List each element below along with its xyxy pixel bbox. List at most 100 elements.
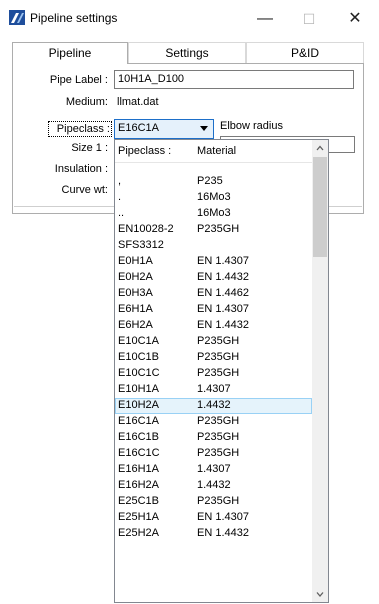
dropdown-rows: , P235. 16Mo3.. 16Mo3 EN10028-2 P235GH SFS3312… (115, 174, 312, 542)
tab-pid[interactable]: P&ID (246, 42, 364, 63)
medium-value: llmat.dat (117, 96, 159, 108)
dropdown-option[interactable]: E10C1C P235GH (115, 366, 312, 382)
option-pipeclass: E10H2A (118, 399, 159, 411)
pipe-label-label: Pipe Label : (49, 74, 108, 86)
option-pipeclass: E10C1A (118, 335, 159, 347)
dropdown-option[interactable]: E25H1A EN 1.4307 (115, 510, 312, 526)
minimize-button[interactable]: — (243, 6, 287, 32)
dropdown-option[interactable]: E16C1B P235GH (115, 430, 312, 446)
pipeline-app-icon (9, 10, 25, 25)
dropdown-option[interactable]: .. 16Mo3 (115, 206, 312, 222)
chevron-up-icon (316, 145, 324, 151)
dropdown-option[interactable]: E0H3A EN 1.4462 (115, 286, 312, 302)
option-material: EN 1.4307 (197, 255, 249, 267)
option-pipeclass: E0H1A (118, 255, 153, 267)
dropdown-option[interactable]: E10C1A P235GH (115, 334, 312, 350)
option-pipeclass: E16H2A (118, 479, 159, 491)
option-material: P235GH (197, 223, 240, 235)
option-pipeclass: E16C1A (118, 415, 159, 427)
header-material: Material (197, 145, 237, 157)
option-material: EN 1.4432 (197, 271, 249, 283)
pipeclass-label: Pipeclass : (48, 121, 112, 137)
dropdown-option[interactable]: , P235 (115, 174, 312, 190)
dropdown-option[interactable]: SFS3312 (115, 238, 312, 254)
option-pipeclass: . (118, 191, 122, 203)
option-pipeclass: .. (118, 207, 125, 219)
elbow-radius-label: Elbow radius (220, 120, 283, 132)
dropdown-option[interactable]: E16H1A 1.4307 (115, 462, 312, 478)
title-bar[interactable]: Pipeline settings — ☐ ✕ (0, 0, 379, 36)
option-material: 1.4432 (197, 399, 231, 411)
option-material: EN 1.4432 (197, 527, 249, 539)
option-material: 16Mo3 (197, 191, 231, 203)
dropdown-option[interactable]: E25C1B P235GH (115, 494, 312, 510)
option-pipeclass: , (118, 175, 122, 187)
dropdown-option[interactable]: E0H1A EN 1.4307 (115, 254, 312, 270)
option-pipeclass: E10C1C (118, 367, 160, 379)
option-pipeclass: EN10028-2 (118, 223, 174, 235)
option-pipeclass: E16C1C (118, 447, 160, 459)
option-pipeclass: E16H1A (118, 463, 159, 475)
option-material: P235GH (197, 431, 240, 443)
option-pipeclass: E25H2A (118, 527, 159, 539)
option-pipeclass: E16C1B (118, 431, 159, 443)
pipe-label-input[interactable]: 10H1A_D100 (114, 70, 354, 89)
option-material: P235GH (197, 447, 240, 459)
tab-settings[interactable]: Settings (128, 42, 246, 63)
close-button[interactable]: ✕ (333, 6, 377, 32)
option-material: 16Mo3 (197, 207, 231, 219)
header-pipeclass: Pipeclass : (118, 145, 172, 157)
tab-bar: Pipeline Settings P&ID (12, 42, 364, 64)
curve-wt-label: Curve wt: (61, 184, 108, 196)
option-pipeclass: E10H1A (118, 383, 159, 395)
option-material: P235 (197, 175, 223, 187)
dropdown-option[interactable]: E6H1A EN 1.4307 (115, 302, 312, 318)
insulation-label: Insulation : (54, 163, 108, 175)
dropdown-option[interactable]: E16C1A P235GH (115, 414, 312, 430)
dropdown-option[interactable]: E16H2A 1.4432 (115, 478, 312, 494)
option-material: EN 1.4432 (197, 319, 249, 331)
option-material: 1.4307 (197, 383, 231, 395)
option-material: P235GH (197, 415, 240, 427)
medium-label: Medium: (65, 96, 108, 108)
option-material: P235GH (197, 367, 240, 379)
option-pipeclass: E10C1B (118, 351, 159, 363)
dropdown-option[interactable]: E0H2A EN 1.4432 (115, 270, 312, 286)
tab-pipeline[interactable]: Pipeline (12, 42, 128, 64)
dropdown-option[interactable]: E10H1A 1.4307 (115, 382, 312, 398)
option-pipeclass: E6H2A (118, 319, 153, 331)
scroll-up-button[interactable] (312, 140, 328, 156)
dropdown-option[interactable]: EN10028-2 P235GH (115, 222, 312, 238)
dropdown-option[interactable]: E6H2A EN 1.4432 (115, 318, 312, 334)
option-pipeclass: SFS3312 (118, 239, 164, 251)
option-pipeclass: E25C1B (118, 495, 159, 507)
dropdown-option[interactable]: E16C1C P235GH (115, 446, 312, 462)
option-pipeclass: E6H1A (118, 303, 153, 315)
pipeclass-selected-value: E16C1A (118, 122, 159, 134)
dropdown-option[interactable]: . 16Mo3 (115, 190, 312, 206)
option-material: P235GH (197, 351, 240, 363)
scroll-thumb[interactable] (313, 157, 327, 257)
option-material: 1.4432 (197, 479, 231, 491)
dropdown-option[interactable]: E25H2A EN 1.4432 (115, 526, 312, 542)
option-pipeclass: E0H3A (118, 287, 153, 299)
option-pipeclass: E0H2A (118, 271, 153, 283)
option-material: EN 1.4462 (197, 287, 249, 299)
option-material: P235GH (197, 335, 240, 347)
window-title: Pipeline settings (30, 11, 118, 25)
dropdown-option[interactable]: E10H2A 1.4432 (115, 398, 312, 414)
chevron-down-icon[interactable] (200, 126, 208, 131)
dropdown-header: Pipeclass : Material (115, 140, 312, 163)
chevron-down-icon (316, 592, 324, 597)
pipeclass-select[interactable]: E16C1A (114, 119, 214, 139)
scroll-down-button[interactable] (312, 586, 328, 602)
dropdown-option[interactable]: E10C1B P235GH (115, 350, 312, 366)
pipeclass-dropdown-list[interactable]: Pipeclass : Material , P235. 16Mo3.. 16Mo3 E… (114, 139, 329, 603)
option-material: EN 1.4307 (197, 303, 249, 315)
dropdown-scrollbar[interactable] (312, 140, 328, 602)
option-material: 1.4307 (197, 463, 231, 475)
option-material: EN 1.4307 (197, 511, 249, 523)
option-material: P235GH (197, 495, 240, 507)
maximize-button[interactable]: ☐ (287, 6, 331, 32)
size-label: Size 1 : (71, 142, 108, 154)
